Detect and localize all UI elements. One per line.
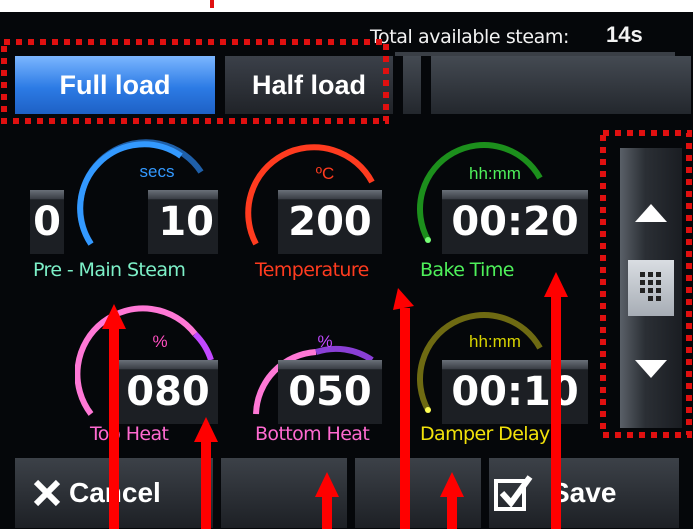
scroll-grip[interactable] [628,260,674,316]
gauge-unit: secs [139,162,175,181]
tab-empty [403,56,421,114]
footer-spacer [221,458,347,528]
footer-bar: Cancel Save [0,450,693,529]
checkbox-icon [494,475,533,511]
scroll-down-button[interactable] [620,344,682,394]
temperature-value[interactable]: 200 [278,190,382,254]
gauge-unit: % [152,332,168,351]
main-steam-value[interactable]: 10 [148,190,218,254]
gauge-label: Bottom Heat [255,423,370,445]
gauge-label: Bake Time [420,259,514,281]
tab-full-load[interactable]: Full load [15,56,215,114]
bottom-heat-value[interactable]: 050 [278,360,382,424]
oven-screen: Total available steam: 14s Full load Hal… [0,12,693,529]
gauge-label: Damper Delay [420,423,550,445]
tab-half-load[interactable]: Half load [225,56,393,114]
save-button[interactable]: Save [489,458,679,528]
steam-label: Total available steam: [370,26,570,48]
gauge-unit: hh:mm [469,164,521,183]
keypad-icon [640,272,661,301]
load-tabs: Full load Half load [15,56,691,114]
gauge-label: Temperature [255,259,369,281]
gauge-unit: ºC [315,164,335,183]
arrow-up-icon [635,204,667,222]
footer-spacer [355,458,481,528]
cancel-button[interactable]: Cancel [15,458,213,528]
x-icon [33,479,61,507]
save-label: Save [551,477,617,508]
top-heat-value[interactable]: 080 [118,360,218,424]
pre-steam-value[interactable]: 0 [30,190,64,254]
gauge-unit: % [317,332,333,351]
damper-delay-value[interactable]: 00:10 [442,360,588,424]
gauge-unit: hh:mm [469,332,521,351]
steam-value: 14s [606,22,643,47]
scroll-control [620,148,682,428]
scroll-up-button[interactable] [620,188,682,238]
cancel-label: Cancel [69,477,161,508]
gauge-label: Pre - Main Steam [33,259,186,281]
gauge-label: Top Heat [90,423,169,445]
tab-empty [431,56,691,114]
bake-time-value[interactable]: 00:20 [442,190,588,254]
arrow-down-icon [635,360,667,378]
status-bar: Total available steam: 14s [360,20,680,56]
